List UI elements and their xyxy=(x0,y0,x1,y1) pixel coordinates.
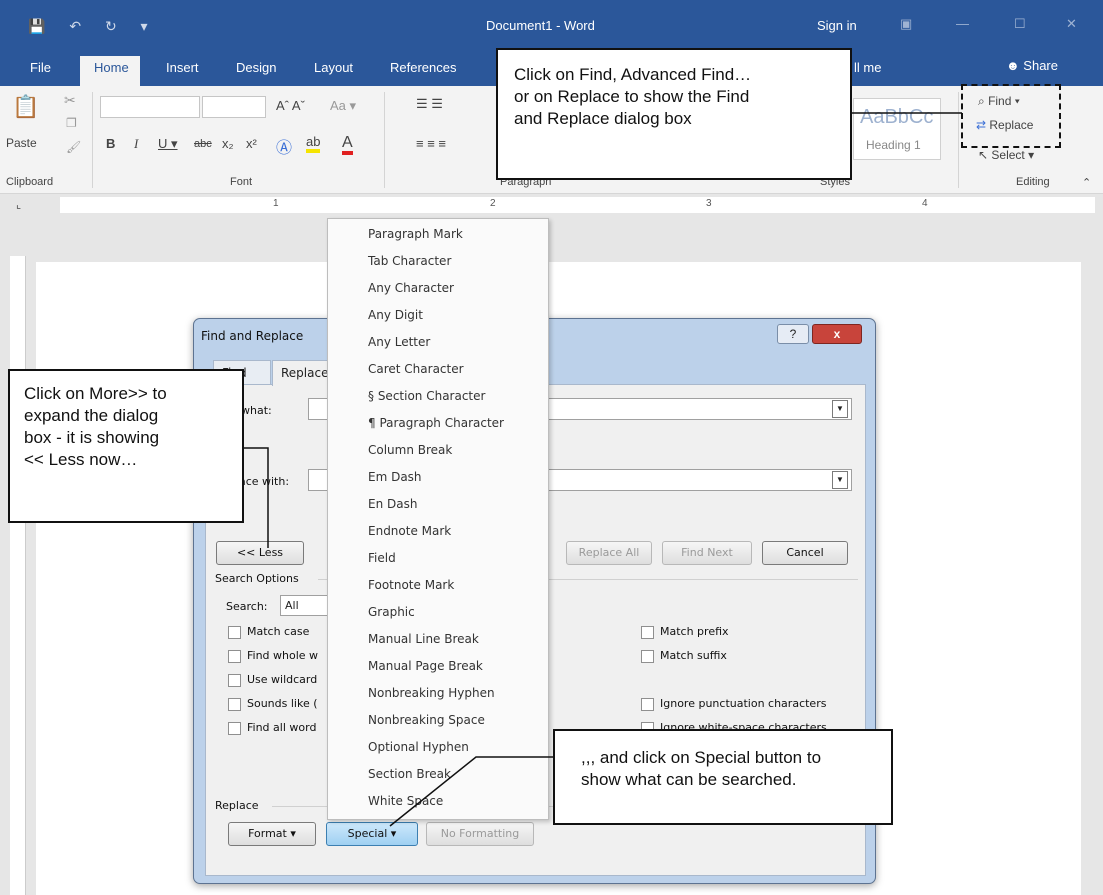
leader-line-less xyxy=(244,447,269,548)
leader-line-special xyxy=(389,756,553,827)
leader-lines xyxy=(244,112,962,827)
